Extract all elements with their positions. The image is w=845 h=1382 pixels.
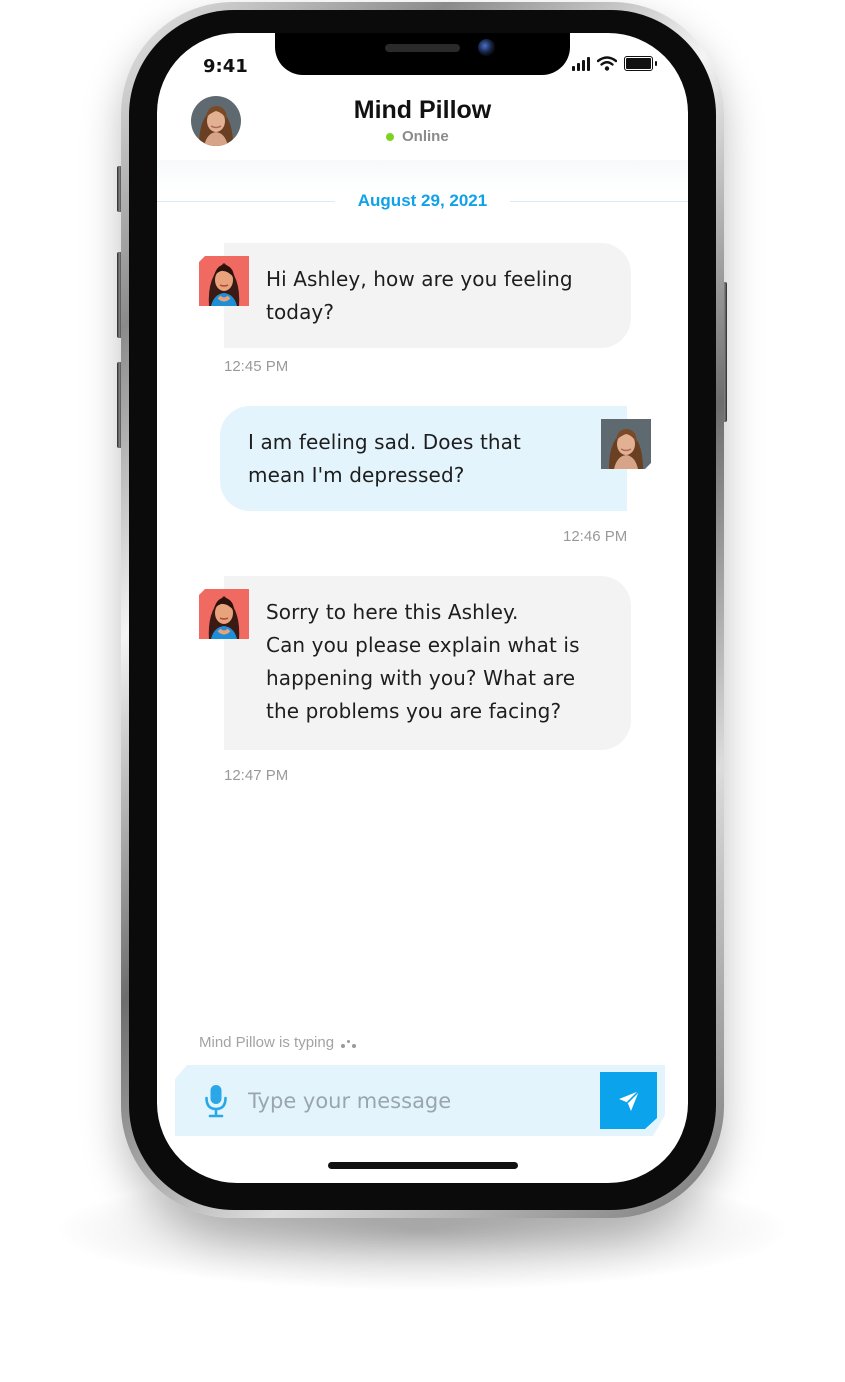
bot-message-bubble: Hi Ashley, how are you feeling today?: [224, 243, 631, 348]
send-icon: [618, 1089, 640, 1111]
online-status: Online: [386, 128, 449, 145]
chat-title: Mind Pillow: [353, 96, 492, 124]
message-text-line: today?: [266, 300, 335, 324]
bot-avatar: [199, 256, 249, 306]
send-button[interactable]: [600, 1072, 657, 1129]
front-camera: [478, 39, 495, 56]
message-text-line: Sorry to here this Ashley.: [266, 600, 519, 624]
date-divider-line-right: [510, 201, 688, 202]
user-message-bubble: I am feeling sad. Does that mean I'm dep…: [220, 406, 627, 511]
bot-avatar: [199, 589, 249, 639]
bot-message-bubble: Sorry to here this Ashley. Can you pleas…: [224, 576, 631, 750]
header-divider: [157, 160, 688, 190]
message-timestamp: 12:47 PM: [224, 767, 289, 784]
typing-dots-icon: [340, 1036, 358, 1050]
message-text-line: mean I'm depressed?: [248, 463, 465, 487]
online-dot-icon: [386, 132, 394, 141]
home-indicator[interactable]: [328, 1162, 518, 1169]
typing-indicator: Mind Pillow is typing: [199, 1034, 358, 1051]
user-avatar-photo: [601, 419, 651, 469]
message-text-line: Can you please explain what is: [266, 633, 580, 657]
message-text-line: happening with you? What are: [266, 666, 576, 690]
message-input[interactable]: [248, 1086, 588, 1116]
stage: 9:41 Mind Pillow Online August 29, 2021: [0, 0, 845, 1382]
message-timestamp: 12:45 PM: [224, 358, 289, 375]
user-avatar-photo: [191, 96, 241, 146]
status-time: 9:41: [203, 56, 248, 77]
wifi-icon: [597, 56, 617, 71]
message-text-line: Hi Ashley, how are you feeling: [266, 267, 573, 291]
date-divider: August 29, 2021: [357, 191, 488, 210]
message-text-line: I am feeling sad. Does that: [248, 430, 521, 454]
online-status-label: Online: [402, 128, 449, 145]
date-divider-line-left: [157, 201, 335, 202]
user-avatar[interactable]: [191, 96, 241, 146]
message-text-line: the problems you are facing?: [266, 699, 562, 723]
message-timestamp: 12:46 PM: [563, 528, 628, 545]
phone-notch: [275, 33, 570, 75]
battery-icon: [624, 56, 657, 71]
user-message-avatar: [601, 419, 651, 469]
phone-speaker: [385, 44, 460, 52]
status-icons: [572, 56, 657, 71]
bot-avatar-illustration: [199, 256, 249, 306]
typing-indicator-label: Mind Pillow is typing: [199, 1034, 335, 1051]
cellular-signal-icon: [572, 56, 590, 71]
microphone-icon[interactable]: [204, 1084, 228, 1118]
bot-avatar-illustration: [199, 589, 249, 639]
